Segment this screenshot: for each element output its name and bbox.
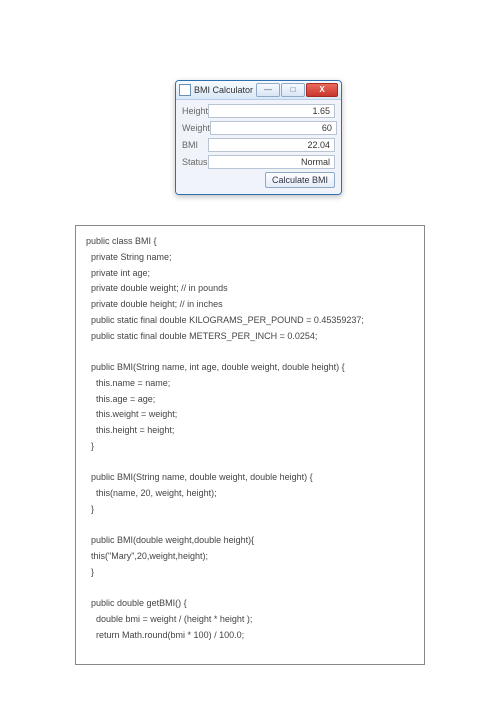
- window-body: Height Weight BMI Status Calculate BMI: [176, 100, 341, 194]
- calculate-button[interactable]: Calculate BMI: [265, 172, 335, 188]
- minimize-button[interactable]: —: [256, 83, 280, 97]
- height-field[interactable]: [208, 104, 335, 118]
- bmi-field[interactable]: [208, 138, 335, 152]
- maximize-button[interactable]: □: [281, 83, 305, 97]
- row-bmi: BMI: [182, 138, 335, 152]
- row-weight: Weight: [182, 121, 335, 135]
- app-icon: [179, 84, 191, 96]
- bmi-calculator-window: BMI Calculator — □ X Height Weight BMI S…: [175, 80, 342, 195]
- bmi-label: BMI: [182, 140, 208, 150]
- code-listing-box: public class BMI { private String name; …: [75, 225, 425, 665]
- weight-field[interactable]: [210, 121, 337, 135]
- row-height: Height: [182, 104, 335, 118]
- code-listing: public class BMI { private String name; …: [86, 234, 414, 644]
- row-status: Status: [182, 155, 335, 169]
- titlebar[interactable]: BMI Calculator — □ X: [176, 81, 341, 100]
- window-title: BMI Calculator: [194, 85, 253, 95]
- status-field[interactable]: [208, 155, 335, 169]
- status-label: Status: [182, 157, 208, 167]
- button-row: Calculate BMI: [182, 172, 335, 188]
- height-label: Height: [182, 106, 208, 116]
- close-button[interactable]: X: [306, 83, 338, 97]
- weight-label: Weight: [182, 123, 210, 133]
